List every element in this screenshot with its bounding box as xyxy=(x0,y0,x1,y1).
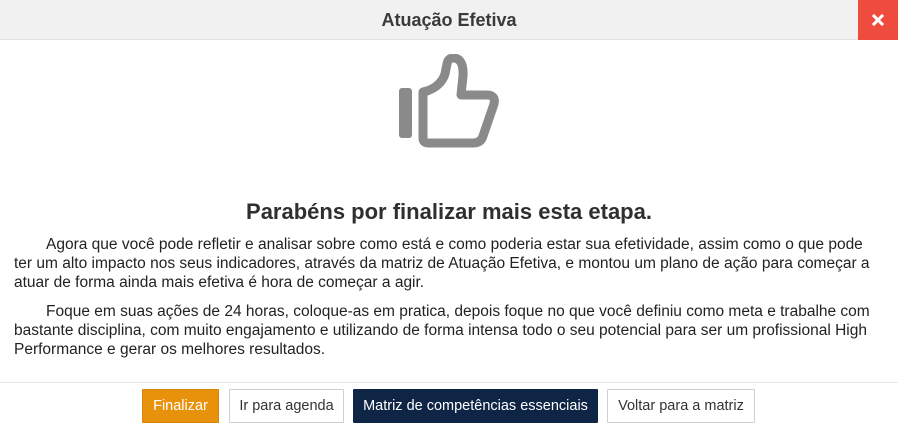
close-button[interactable] xyxy=(858,0,898,40)
close-icon xyxy=(872,14,884,26)
modal-header: Atuação Efetiva xyxy=(0,0,898,40)
hero-icon-wrap xyxy=(0,54,898,148)
thumbs-up-icon xyxy=(399,54,499,148)
voltar-matriz-button[interactable]: Voltar para a matriz xyxy=(607,389,755,423)
success-heading: Parabéns por finalizar mais esta etapa. xyxy=(246,199,652,224)
matriz-competencias-button[interactable]: Matriz de competências essenciais xyxy=(353,389,598,423)
modal-title: Atuação Efetiva xyxy=(381,10,517,30)
ir-para-agenda-button[interactable]: Ir para agenda xyxy=(229,389,344,423)
modal-dialog: Atuação Efetiva Parabéns por finalizar m… xyxy=(0,0,898,428)
body-paragraph-2: Foque em suas ações de 24 horas, coloque… xyxy=(14,303,870,358)
finalizar-button[interactable]: Finalizar xyxy=(142,389,219,423)
body-paragraph-1: Agora que você pode refletir e analisar … xyxy=(14,236,870,291)
